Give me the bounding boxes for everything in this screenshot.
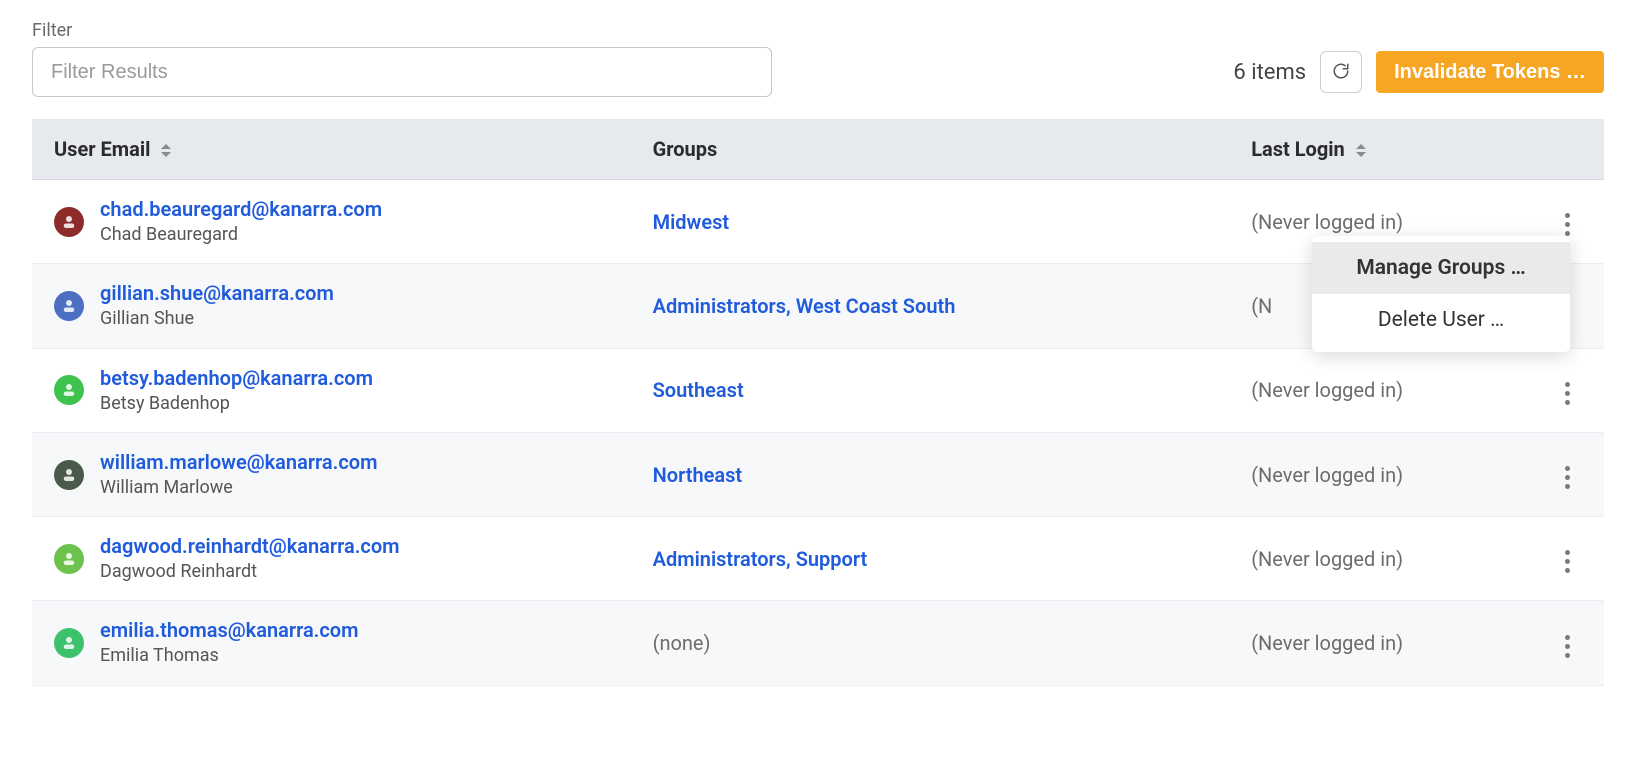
refresh-button[interactable] — [1320, 51, 1362, 93]
group-link[interactable]: Southeast — [653, 378, 744, 402]
avatar — [54, 628, 84, 658]
items-count: 6 items — [1233, 60, 1306, 85]
filter-input[interactable] — [32, 47, 772, 97]
groups-none: (none) — [653, 631, 711, 655]
col-header-user-email[interactable]: User Email — [32, 119, 631, 180]
user-name: Betsy Badenhop — [100, 392, 373, 416]
group-link[interactable]: Administrators — [653, 547, 786, 571]
group-link[interactable]: Administrators — [653, 294, 786, 318]
col-header-user-email-label: User Email — [54, 137, 150, 161]
user-email-link[interactable]: chad.beauregard@kanarra.com — [100, 196, 382, 223]
refresh-icon — [1332, 62, 1350, 83]
group-link[interactable]: West Coast South — [796, 294, 956, 318]
user-name: Gillian Shue — [100, 307, 334, 331]
user-email-link[interactable]: gillian.shue@kanarra.com — [100, 280, 334, 307]
last-login: (Never logged in) — [1251, 631, 1403, 655]
group-link[interactable]: Support — [796, 547, 868, 571]
menu-item-delete-user[interactable]: Delete User … — [1312, 294, 1570, 346]
row-actions-menu: Manage Groups …Delete User … — [1312, 236, 1570, 352]
sort-icon — [161, 144, 171, 157]
row-actions-button[interactable] — [1557, 458, 1578, 497]
avatar — [54, 375, 84, 405]
filter-label: Filter — [32, 20, 1604, 41]
group-link[interactable]: Midwest — [653, 210, 729, 234]
table-row: betsy.badenhop@kanarra.comBetsy Badenhop… — [32, 348, 1604, 432]
user-name: Chad Beauregard — [100, 223, 382, 247]
col-header-last-login[interactable]: Last Login — [1229, 119, 1531, 180]
col-header-groups[interactable]: Groups — [631, 119, 1230, 180]
last-login: (Never logged in) — [1251, 547, 1403, 571]
last-login: (N — [1251, 294, 1272, 318]
avatar — [54, 207, 84, 237]
user-email-link[interactable]: dagwood.reinhardt@kanarra.com — [100, 533, 400, 560]
col-header-last-login-label: Last Login — [1251, 137, 1345, 161]
menu-item-manage-groups[interactable]: Manage Groups … — [1312, 242, 1570, 294]
last-login: (Never logged in) — [1251, 378, 1403, 402]
row-actions-button[interactable] — [1557, 374, 1578, 413]
group-separator: , — [786, 547, 796, 571]
table-row: emilia.thomas@kanarra.comEmilia Thomas (n… — [32, 601, 1604, 685]
last-login: (Never logged in) — [1251, 463, 1403, 487]
table-row: gillian.shue@kanarra.comGillian Shue Admi… — [32, 264, 1604, 348]
group-separator: , — [786, 294, 796, 318]
avatar — [54, 460, 84, 490]
avatar — [54, 544, 84, 574]
sort-icon — [1356, 144, 1366, 157]
table-row: dagwood.reinhardt@kanarra.comDagwood Rei… — [32, 517, 1604, 601]
avatar — [54, 291, 84, 321]
table-row: william.marlowe@kanarra.comWilliam Marlo… — [32, 432, 1604, 516]
invalidate-tokens-button[interactable]: Invalidate Tokens … — [1376, 51, 1604, 93]
user-name: William Marlowe — [100, 476, 377, 500]
last-login: (Never logged in) — [1251, 210, 1403, 234]
row-actions-button[interactable] — [1557, 542, 1578, 581]
users-table: User Email Groups Last Login chad.beaure… — [32, 119, 1604, 686]
user-email-link[interactable]: emilia.thomas@kanarra.com — [100, 617, 359, 644]
group-link[interactable]: Northeast — [653, 463, 743, 487]
user-email-link[interactable]: william.marlowe@kanarra.com — [100, 449, 377, 476]
col-header-groups-label: Groups — [653, 137, 718, 161]
user-name: Dagwood Reinhardt — [100, 560, 400, 584]
user-name: Emilia Thomas — [100, 644, 359, 668]
col-header-actions — [1531, 119, 1604, 180]
user-email-link[interactable]: betsy.badenhop@kanarra.com — [100, 365, 373, 392]
row-actions-button[interactable] — [1557, 627, 1578, 666]
